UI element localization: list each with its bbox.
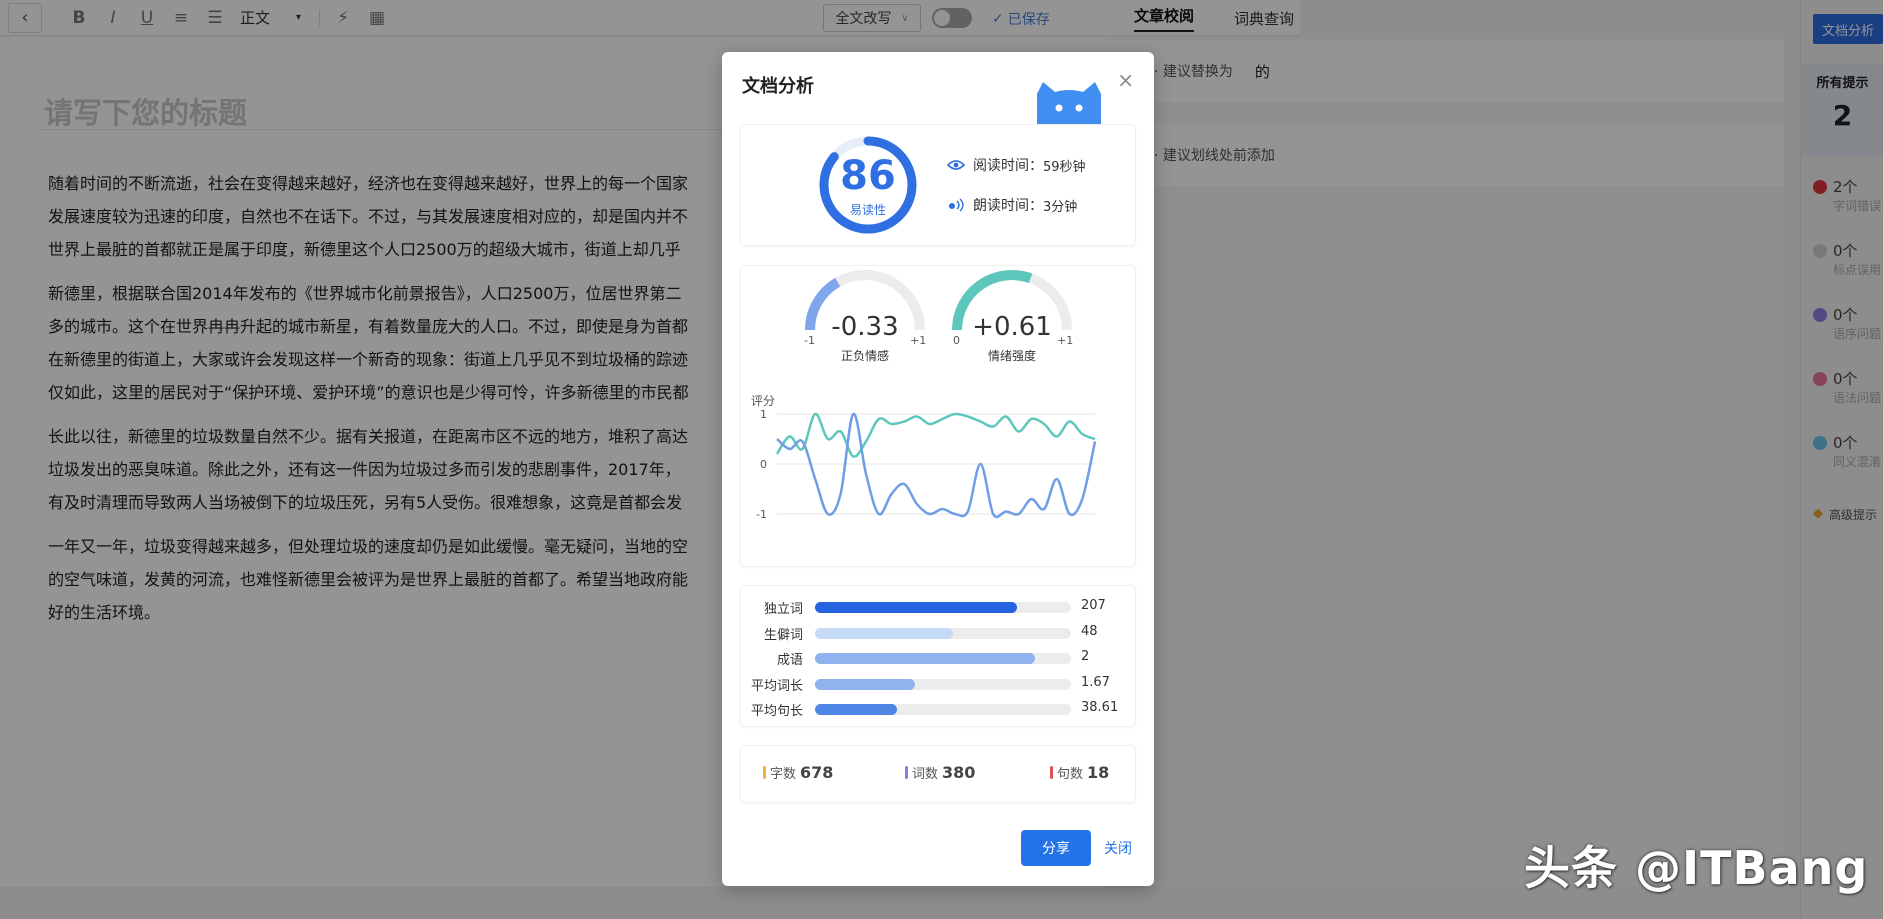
- sentiment-gauge: -0.33 -1 +1 正负情感: [802, 268, 928, 363]
- count-label: 词数: [912, 767, 939, 782]
- stat-value: 207: [1081, 598, 1106, 613]
- stat-row: 平均句长 38.61: [741, 700, 1135, 719]
- sentiment-max: +1: [910, 334, 927, 347]
- read-time: 阅读时间： 59秒钟: [947, 155, 1086, 175]
- counts-card: 字数 678 词数 380 句数 18: [741, 746, 1135, 802]
- chart-y-tick-label: 1: [760, 408, 767, 421]
- stat-row: 独立词 207: [741, 598, 1135, 617]
- count-marker: [1050, 766, 1053, 779]
- chart-y-tick-label: 0: [760, 458, 767, 471]
- eye-icon: [947, 156, 965, 174]
- stat-bar-track: [815, 704, 1071, 715]
- stat-bar-fill: [815, 602, 1018, 613]
- dialog-title: 文档分析: [742, 76, 814, 97]
- count-stat: 词数 380: [905, 763, 975, 782]
- readability-score: 86: [840, 153, 896, 199]
- close-link[interactable]: 关闭: [1104, 838, 1132, 858]
- speak-time-label: 朗读时间：: [973, 198, 1043, 214]
- intensity-min: 0: [953, 334, 960, 347]
- stat-value: 38.61: [1081, 700, 1119, 715]
- stat-bar-track: [815, 653, 1071, 664]
- close-icon[interactable]: ×: [1117, 68, 1134, 92]
- stat-row: 生僻词 48: [741, 623, 1135, 643]
- stat-name: 生僻词: [763, 627, 803, 643]
- stat-bar-fill: [815, 653, 1036, 664]
- intensity-max: +1: [1057, 334, 1074, 347]
- chart-series-line-1: [776, 412, 1097, 519]
- count-marker: [763, 766, 766, 779]
- stat-value: 2: [1081, 649, 1090, 664]
- readability-card: 86 易读性 阅读时间： 59秒钟 朗读时间： 3分钟: [741, 125, 1135, 245]
- sentiment-min: -1: [804, 334, 815, 347]
- sentiment-card: -0.33 -1 +1 正负情感 +0.61 0 +1 情绪强度 评分 1 0 -1: [741, 266, 1135, 566]
- stat-value: 1.67: [1081, 674, 1110, 690]
- chart-series-line-0: [775, 412, 1096, 458]
- readability-label: 易读性: [849, 203, 886, 217]
- sentiment-label: 正负情感: [840, 349, 889, 363]
- read-time-label: 阅读时间：: [973, 158, 1043, 174]
- count-stat: 句数 18: [1050, 763, 1109, 782]
- count-label: 字数: [770, 767, 797, 782]
- count-stat: 字数 678: [763, 763, 833, 782]
- stat-bar-fill: [815, 704, 897, 715]
- stat-name: 平均句长: [750, 704, 803, 719]
- cat-mascot-icon: [1037, 82, 1101, 128]
- stat-row: 平均词长 1.67: [741, 674, 1135, 694]
- speak-time-value: 3分钟: [1043, 199, 1078, 215]
- stat-row: 成语 2: [741, 649, 1135, 668]
- stat-name: 独立词: [763, 602, 803, 617]
- read-time-value: 59秒钟: [1043, 159, 1086, 175]
- document-analysis-dialog: 文档分析 × 86 易读性 阅读时间： 59秒钟 朗读时间： 3分钟 -0.33…: [722, 52, 1154, 886]
- stat-bar-fill: [815, 678, 915, 690]
- stat-bar-track: [815, 627, 1071, 639]
- stat-name: 成语: [776, 653, 803, 668]
- word-stats-card: 独立词 207 生僻词 48 成语 2 平均词长 1.67 平均句长 38.61: [741, 586, 1135, 726]
- share-button[interactable]: 分享: [1021, 830, 1091, 866]
- count-value: 380: [942, 763, 976, 782]
- chart-y-tick-label: -1: [756, 508, 767, 521]
- stat-bar-fill: [815, 627, 954, 639]
- stat-name: 平均词长: [750, 678, 803, 694]
- count-label: 句数: [1057, 767, 1084, 782]
- count-value: 18: [1087, 763, 1110, 782]
- count-marker: [905, 766, 908, 779]
- intensity-label: 情绪强度: [987, 349, 1036, 363]
- score-line-chart: 1 0 -1: [756, 408, 1097, 521]
- voice-icon: [947, 196, 965, 214]
- watermark-text: 头条 @ITBang: [1524, 841, 1869, 895]
- intensity-gauge: +0.61 0 +1 情绪强度: [949, 268, 1075, 363]
- count-value: 678: [800, 763, 834, 782]
- stat-bar-track: [815, 602, 1071, 613]
- speak-time: 朗读时间： 3分钟: [947, 195, 1077, 215]
- stat-value: 48: [1081, 623, 1098, 639]
- stat-bar-track: [815, 678, 1071, 690]
